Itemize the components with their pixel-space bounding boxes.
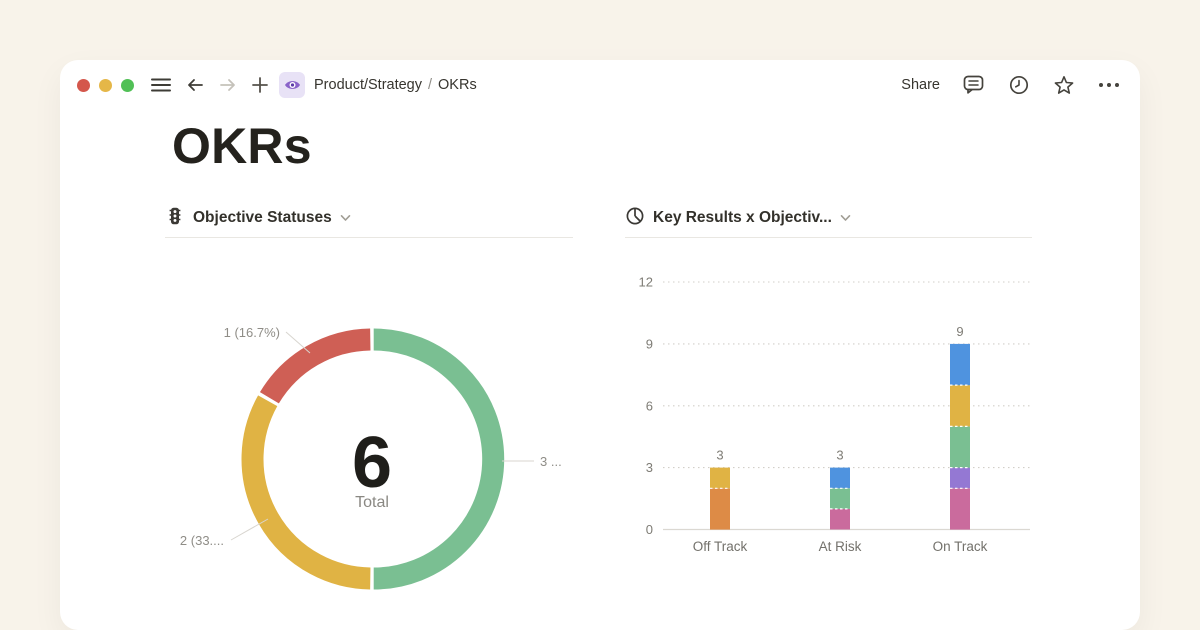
traffic-light-icon	[165, 206, 185, 231]
donut-segment-label: 3 ...	[540, 454, 562, 469]
y-axis-tick-label: 9	[646, 336, 653, 351]
donut-segment-label: 2 (33....	[180, 533, 224, 548]
bar-segment-yellow[interactable]	[950, 385, 970, 426]
notion-window: Product/Strategy / OKRs Share	[60, 60, 1140, 630]
add-page-icon[interactable]	[251, 76, 269, 94]
page-eye-icon[interactable]	[279, 72, 305, 98]
bar-segment-purple[interactable]	[950, 468, 970, 489]
bar-segment-green[interactable]	[950, 426, 970, 467]
bar-segment-pink[interactable]	[950, 488, 970, 529]
x-axis-category-label: On Track	[933, 539, 988, 554]
objective-statuses-header[interactable]: Objective Statuses	[165, 206, 573, 230]
key-results-header[interactable]: Key Results x Objectiv...	[625, 206, 1032, 230]
bar-segment-yellow[interactable]	[710, 468, 730, 489]
minimize-window-button[interactable]	[99, 79, 112, 92]
breadcrumb-current[interactable]: OKRs	[438, 77, 477, 93]
donut-segment-2[interactable]	[269, 340, 370, 398]
close-window-button[interactable]	[77, 79, 90, 92]
chart-title: Key Results x Objectiv...	[653, 209, 832, 227]
x-axis-category-label: Off Track	[693, 539, 748, 554]
bar-total-label: 3	[836, 448, 843, 463]
window-topbar: Product/Strategy / OKRs Share	[60, 60, 1140, 110]
donut-center-label: Total	[355, 494, 389, 511]
section-divider	[165, 237, 573, 238]
more-options-icon[interactable]	[1098, 82, 1120, 88]
bar-segment-pink[interactable]	[830, 509, 850, 530]
sidebar-menu-icon[interactable]	[150, 76, 172, 94]
chevron-down-icon	[840, 209, 851, 227]
pie-chart-icon	[625, 206, 645, 231]
chart-title: Objective Statuses	[193, 209, 332, 227]
y-axis-tick-label: 6	[646, 398, 653, 413]
bar-segment-blue[interactable]	[830, 468, 850, 489]
forward-arrow-icon[interactable]	[218, 77, 238, 93]
bar-segment-orange[interactable]	[710, 488, 730, 529]
key-results-section: Key Results x Objectiv...	[625, 206, 1032, 238]
chevron-down-icon	[340, 209, 351, 227]
maximize-window-button[interactable]	[121, 79, 134, 92]
favorite-star-icon[interactable]	[1052, 74, 1076, 97]
y-axis-tick-label: 0	[646, 522, 653, 537]
donut-label-leader	[286, 332, 310, 353]
donut-center-value: 6	[352, 423, 392, 503]
x-axis-category-label: At Risk	[819, 539, 862, 554]
breadcrumb-separator: /	[428, 77, 432, 93]
comments-icon[interactable]	[962, 74, 986, 96]
breadcrumb: Product/Strategy / OKRs	[314, 77, 477, 93]
y-axis-tick-label: 3	[646, 460, 653, 475]
objective-statuses-section: Objective Statuses	[165, 206, 573, 238]
window-controls	[77, 79, 134, 92]
bar-segment-blue[interactable]	[950, 344, 970, 385]
bar-total-label: 3	[716, 448, 723, 463]
share-button[interactable]: Share	[901, 77, 940, 93]
donut-segment-label: 1 (16.7%)	[224, 325, 280, 340]
back-arrow-icon[interactable]	[185, 77, 205, 93]
y-axis-tick-label: 12	[639, 275, 653, 290]
page-title: OKRs	[172, 118, 312, 174]
key-results-bar-chart: 0 3 6 9 12 3 Off Track 3 At Risk 9 On Track	[625, 270, 1040, 570]
bar-total-label: 9	[956, 324, 963, 339]
objective-statuses-donut-chart: 3 ... 2 (33.... 1 (16.7%) 6Total	[160, 305, 630, 630]
section-divider	[625, 237, 1032, 238]
breadcrumb-parent[interactable]: Product/Strategy	[314, 77, 422, 93]
bar-segment-green[interactable]	[830, 488, 850, 509]
history-clock-icon[interactable]	[1008, 74, 1030, 96]
